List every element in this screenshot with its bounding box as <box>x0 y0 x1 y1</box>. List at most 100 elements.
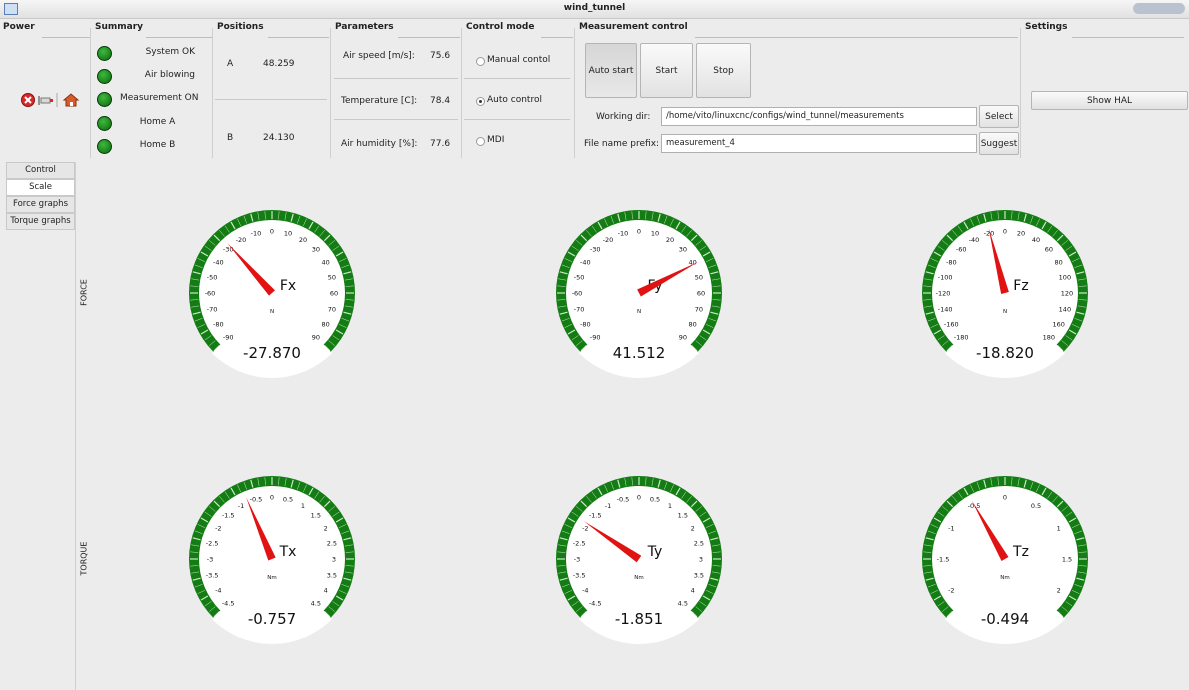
tx-gauge-tick-label: 0 <box>270 494 274 502</box>
fx-gauge-tick-label: -10 <box>251 230 262 238</box>
tx-gauge-tick-label: -1 <box>238 502 244 510</box>
auto-start-button[interactable]: Auto start <box>585 43 637 98</box>
air-speed-value: 75.6 <box>430 51 451 61</box>
window-controls[interactable] <box>1133 3 1185 14</box>
fz-gauge-tick-label: 60 <box>1045 246 1053 254</box>
manual-control-label[interactable]: Manual contol <box>487 55 550 65</box>
working-dir-field[interactable]: /home/vito/linuxcnc/configs/wind_tunnel/… <box>661 107 977 126</box>
select-button[interactable]: Select <box>979 105 1019 128</box>
tab-force-graphs[interactable]: Force graphs <box>6 196 75 213</box>
tab-torque-graphs[interactable]: Torque graphs <box>6 213 75 230</box>
fx-gauge-tick-label: 20 <box>299 236 307 244</box>
tx-gauge-tick-label: 1 <box>301 502 305 510</box>
control-mode-separator-2 <box>464 119 570 120</box>
ty-gauge-tick-label: 2.5 <box>694 539 704 547</box>
home-icon[interactable] <box>62 93 80 107</box>
tx-gauge-tick-label: 0.5 <box>283 496 293 504</box>
fz-gauge-tick-label: -20 <box>984 230 995 238</box>
gauge-fy: -90 -80 -70 -60 -50 -40 -30-20 -10 0 10 20 3040 50 60… <box>556 210 722 378</box>
mdi-radio[interactable] <box>476 137 485 146</box>
tz-gauge-tick-label: -2 <box>948 587 954 595</box>
manual-control-radio[interactable] <box>476 57 485 66</box>
tx-gauge-tick-label: 1.5 <box>311 512 321 520</box>
emergency-stop-icon[interactable] <box>21 93 35 107</box>
fx-gauge-unit: N <box>270 309 274 315</box>
tz-gauge-tick-label: 1 <box>1057 525 1061 533</box>
temperature-value: 78.4 <box>430 96 451 106</box>
tz-gauge-tick-label: 2 <box>1057 587 1061 595</box>
ty-gauge-name: Ty <box>647 544 663 560</box>
parameters-separator-2 <box>334 119 458 120</box>
ty-gauge-tick-label: 1 <box>668 502 672 510</box>
ty-gauge-tick-label: -1.5 <box>589 512 602 520</box>
settings-divider <box>1072 37 1184 38</box>
tx-gauge-name: Tx <box>279 544 297 560</box>
fy-gauge-tick-label: 0 <box>637 228 641 236</box>
ty-gauge-tick-label: 2 <box>691 525 695 533</box>
mdi-label[interactable]: MDI <box>487 135 504 145</box>
ty-gauge-tick-label: -3.5 <box>573 572 586 580</box>
gauge-tz: -2 -1.5 -1 -0.5 0 0.5 1 1.5 2 Tz Nm -0.494 <box>922 476 1088 644</box>
fz-gauge-tick-label: -100 <box>938 273 953 281</box>
control-mode-separator-1 <box>464 78 570 79</box>
home-a-led <box>97 116 112 131</box>
ty-gauge-tick-label: -3 <box>574 556 580 564</box>
auto-control-label[interactable]: Auto control <box>487 95 542 105</box>
fz-gauge-tick-label: -140 <box>938 306 953 314</box>
fy-gauge-tick-label: 30 <box>679 246 687 254</box>
fx-gauge-tick-label: 50 <box>328 273 336 281</box>
ty-gauge-tick-label: 0.5 <box>650 496 660 504</box>
auto-control-radio[interactable] <box>476 97 485 106</box>
tz-gauge-name: Tz <box>1012 544 1029 560</box>
fz-gauge-value: -18.820 <box>976 344 1034 362</box>
positions-separator <box>215 99 327 100</box>
file-name-prefix-label: File name prefix: <box>584 139 660 149</box>
tx-gauge-tick-label: 2 <box>324 525 328 533</box>
tab-scale[interactable]: Scale <box>6 179 75 196</box>
tz-gauge-unit: Nm <box>1000 575 1009 581</box>
ty-gauge-tick-label: -4 <box>582 587 588 595</box>
tx-gauge-tick-label: -1.5 <box>222 512 235 520</box>
summary-label-air-blowing: Air blowing <box>144 70 195 80</box>
fx-gauge-tick-label: 40 <box>322 259 330 267</box>
fz-gauge-tick-label: 80 <box>1055 259 1063 267</box>
window-title: wind_tunnel <box>563 3 626 13</box>
fx-gauge-tick-label: -80 <box>213 321 224 329</box>
tz-gauge-tick-label: -0.5 <box>968 502 981 510</box>
tz-gauge-tick-label: 0 <box>1003 494 1007 502</box>
gauge-tx: -4.5-4 -3.5 -3 -2.5 -2-1.5-1 -0.5 0 0.5 1 1.52 2.5… <box>189 476 355 644</box>
show-hal-button[interactable]: Show HAL <box>1031 91 1188 110</box>
ty-gauge-unit: Nm <box>634 575 643 581</box>
tx-gauge-tick-label: 4.5 <box>311 599 321 607</box>
ty-gauge-tick-label: -4.5 <box>589 599 602 607</box>
fz-gauge-tick-label: -40 <box>969 236 980 244</box>
start-button[interactable]: Start <box>640 43 693 98</box>
fy-gauge-tick-label: -30 <box>590 246 601 254</box>
machine-power-icon[interactable] <box>38 96 53 105</box>
tx-gauge-unit: Nm <box>267 575 276 581</box>
suggest-button[interactable]: Suggest <box>979 132 1019 155</box>
tx-gauge-tick-label: -2.5 <box>206 539 219 547</box>
stop-button[interactable]: Stop <box>696 43 751 98</box>
fy-gauge-tick-label: 80 <box>689 321 697 329</box>
ty-gauge-tick-label: 0 <box>637 494 641 502</box>
tx-gauge-tick-label: 3 <box>332 556 336 564</box>
fz-gauge-tick-label: -60 <box>956 246 967 254</box>
window-titlebar: wind_tunnel <box>0 0 1189 19</box>
parameters-separator-1 <box>334 78 458 79</box>
ty-gauge-tick-label: -0.5 <box>617 496 630 504</box>
fy-gauge-tick-label: -80 <box>580 321 591 329</box>
fy-gauge-tick-label: 60 <box>697 290 705 298</box>
ty-gauge-value: -1.851 <box>615 610 663 628</box>
fx-gauge-tick-label: -40 <box>213 259 224 267</box>
fy-gauge-tick-label: -40 <box>580 259 591 267</box>
file-name-prefix-field[interactable]: measurement_4 <box>661 134 977 153</box>
tx-gauge-tick-label: -3 <box>207 556 213 564</box>
system-ok-led <box>97 46 112 61</box>
fz-gauge-tick-label: -120 <box>936 290 951 298</box>
fy-gauge-tick-label: 50 <box>695 273 703 281</box>
fy-gauge-tick-label: -10 <box>618 230 629 238</box>
tx-gauge-value: -0.757 <box>248 610 296 628</box>
tab-control[interactable]: Control <box>6 162 75 179</box>
summary-label-home-a: Home A <box>139 117 176 127</box>
